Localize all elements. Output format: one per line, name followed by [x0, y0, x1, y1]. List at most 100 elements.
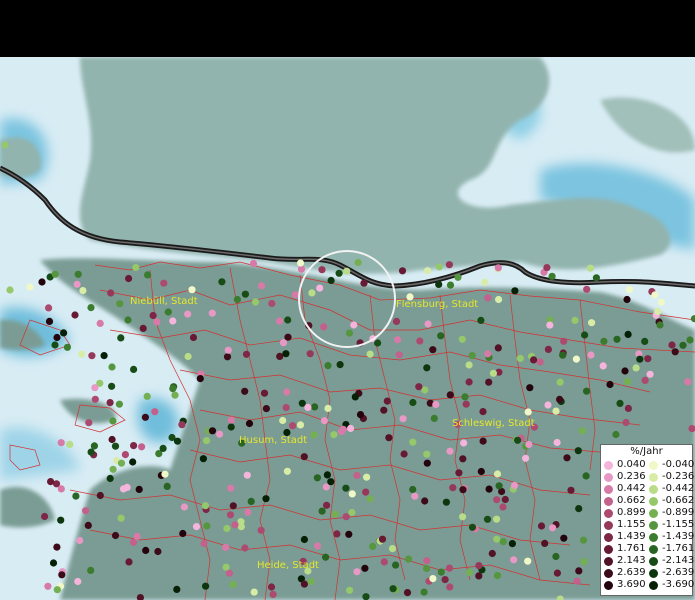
measurement-point	[654, 307, 662, 315]
measurement-point	[260, 389, 269, 397]
legend-entry-negative: -2.143	[646, 555, 695, 567]
legend-swatch	[604, 556, 613, 566]
measurement-point	[129, 458, 137, 466]
measurement-point	[153, 318, 161, 326]
measurement-point	[44, 582, 52, 590]
measurement-point	[247, 497, 255, 505]
measurement-point	[100, 352, 108, 360]
measurement-point	[362, 593, 370, 600]
measurement-point	[423, 564, 431, 573]
measurement-point	[411, 492, 419, 500]
measurement-point	[361, 564, 369, 572]
measurement-point	[311, 403, 319, 411]
measurement-point	[435, 263, 443, 271]
measurement-point	[111, 531, 120, 540]
measurement-point	[485, 378, 493, 386]
legend-row: 3.690 -3.690	[601, 579, 694, 591]
measurement-point	[144, 271, 152, 279]
measurement-point	[651, 291, 659, 299]
measurement-point	[501, 495, 509, 504]
measurement-point	[108, 435, 116, 444]
measurement-point	[244, 508, 252, 516]
measurement-point	[553, 569, 562, 577]
measurement-point	[636, 355, 644, 363]
legend-label: 1.155	[617, 519, 646, 530]
measurement-point	[404, 555, 413, 563]
measurement-point	[276, 352, 284, 360]
measurement-point	[184, 352, 192, 361]
measurement-point	[314, 542, 322, 550]
measurement-point	[541, 539, 549, 548]
legend: %/Jahr 0.040 -0.040 0.236 -0.236 0.442 -0.442…	[600, 444, 695, 596]
measurement-point	[53, 586, 61, 594]
measurement-point	[51, 341, 59, 349]
measurement-point	[423, 459, 431, 467]
measurement-point	[318, 507, 326, 515]
measurement-point	[53, 543, 61, 551]
measurement-point	[241, 387, 249, 395]
measurement-point	[49, 559, 58, 567]
measurement-point	[121, 451, 129, 459]
measurement-point	[60, 329, 68, 337]
measurement-point	[424, 320, 432, 328]
measurement-point	[392, 317, 401, 325]
legend-label: -0.442	[662, 483, 695, 494]
measurement-point	[560, 337, 568, 345]
measurement-point	[133, 532, 141, 541]
measurement-point	[530, 356, 538, 364]
measurement-point	[353, 471, 361, 479]
legend-entry-negative: -0.236	[646, 471, 694, 483]
legend-swatch	[604, 496, 613, 506]
measurement-point	[624, 404, 633, 412]
measurement-point	[119, 485, 128, 493]
measurement-point	[300, 580, 308, 588]
measurement-point	[345, 530, 353, 538]
legend-label: -2.143	[662, 555, 695, 566]
measurement-point	[320, 417, 328, 425]
legend-entry-positive: 0.040	[601, 459, 646, 471]
measurement-point	[82, 507, 90, 515]
measurement-point	[510, 481, 519, 490]
measurement-point	[616, 399, 624, 407]
measurement-point	[87, 304, 95, 312]
measurement-point	[599, 362, 607, 370]
measurement-point	[574, 447, 582, 455]
measurement-point	[578, 427, 586, 435]
measurement-point	[115, 400, 123, 408]
measurement-point	[437, 568, 445, 576]
measurement-point	[108, 382, 116, 390]
legend-entry-positive: 1.761	[601, 543, 646, 555]
measurement-point	[623, 378, 632, 386]
measurement-point	[282, 350, 290, 358]
map-view[interactable]: Niebüll, Stadt Flensburg, Stadt Husum, S…	[0, 57, 695, 600]
measurement-point	[553, 438, 561, 447]
focus-circle[interactable]	[298, 250, 396, 348]
legend-entry-positive: 0.662	[601, 495, 646, 507]
legend-entry-negative: -0.662	[646, 495, 695, 507]
measurement-point	[53, 333, 61, 342]
city-label-flensburg: Flensburg, Stadt	[396, 299, 479, 310]
measurement-point	[1, 141, 9, 149]
measurement-point	[135, 485, 143, 493]
measurement-point	[479, 437, 487, 445]
measurement-point	[475, 562, 483, 570]
legend-label: -0.040	[662, 459, 695, 470]
legend-label: -0.662	[662, 495, 695, 506]
measurement-point	[171, 391, 179, 399]
measurement-point	[462, 400, 470, 408]
measurement-point	[657, 298, 665, 306]
legend-entry-negative: -0.040	[646, 459, 695, 471]
measurement-point	[90, 442, 98, 450]
measurement-point	[514, 436, 522, 444]
measurement-point	[646, 370, 654, 378]
measurement-point	[495, 295, 503, 304]
legend-swatch	[604, 532, 613, 542]
measurement-point	[378, 535, 387, 543]
measurement-point	[333, 530, 341, 538]
measurement-point	[227, 423, 235, 431]
measurement-point	[164, 308, 172, 316]
measurement-point	[445, 564, 454, 572]
measurement-point	[524, 408, 532, 416]
measurement-point	[216, 430, 224, 438]
city-label-heide: Heide, Stadt	[257, 560, 319, 571]
